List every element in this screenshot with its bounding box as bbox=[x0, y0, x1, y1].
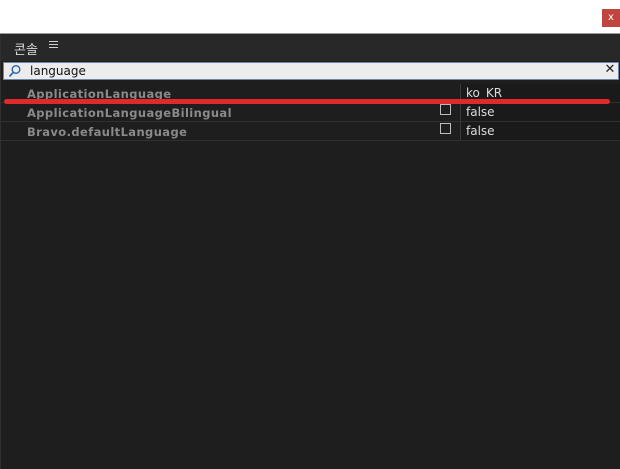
search-bar: ✕ bbox=[3, 62, 619, 80]
console-header: 콘솔 bbox=[1, 34, 620, 61]
row-checkbox[interactable] bbox=[440, 123, 451, 134]
window-close-button[interactable]: x bbox=[602, 9, 620, 27]
search-input[interactable] bbox=[30, 63, 590, 79]
hamburger-menu-icon[interactable] bbox=[49, 41, 58, 49]
row-checkbox[interactable] bbox=[440, 104, 451, 115]
row-value-field[interactable]: false bbox=[460, 122, 620, 140]
row-name: ApplicationLanguageBilingual bbox=[27, 106, 232, 120]
row-value-field[interactable]: false bbox=[460, 103, 620, 121]
row-name: Bravo.defaultLanguage bbox=[27, 125, 188, 139]
red-underline-annotation bbox=[4, 99, 610, 104]
window-titlebar: x bbox=[0, 0, 620, 34]
console-title: 콘솔 bbox=[14, 43, 38, 58]
search-icon bbox=[8, 65, 21, 78]
clear-search-icon[interactable]: ✕ bbox=[604, 62, 616, 78]
console-row: ApplicationLanguageBilingual false bbox=[1, 103, 620, 122]
console-row: Bravo.defaultLanguage false bbox=[1, 122, 620, 141]
